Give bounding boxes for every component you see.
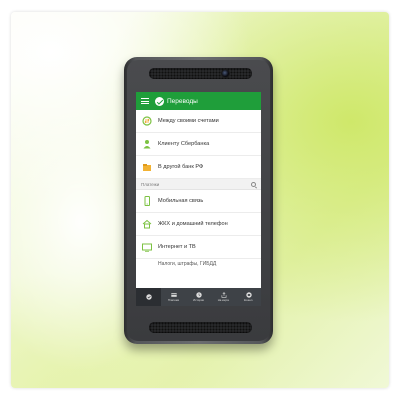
nav-label: Кошел.: [243, 298, 254, 303]
tv-icon: [142, 242, 152, 253]
nav-label: На карте: [217, 298, 230, 303]
bank-folder-icon: [142, 162, 152, 173]
app-bar: Переводы: [136, 92, 261, 110]
nav-item-payments[interactable]: Платежи: [161, 288, 186, 306]
phone-body: Переводы Между своими счетами Клиенту Сб…: [127, 60, 270, 341]
nav-item-home[interactable]: [136, 288, 161, 306]
payment-item-label: ЖКХ и домашний телефон: [158, 221, 228, 227]
nav-label: История: [193, 298, 204, 303]
accounts-exchange-icon: [142, 116, 152, 127]
transfer-item-own-accounts[interactable]: Между своими счетами: [136, 110, 261, 133]
bottom-navigation: Платежи История На карте Кошел.: [136, 288, 261, 306]
transfer-item-sberbank-client[interactable]: Клиенту Сбербанка: [136, 133, 261, 156]
person-icon: [142, 139, 152, 150]
payment-item-label: Мобильная связь: [158, 198, 204, 204]
app-screen: Переводы Между своими счетами Клиенту Сб…: [136, 92, 261, 306]
menu-icon[interactable]: [141, 98, 149, 104]
payment-item-mobile[interactable]: Мобильная связь: [136, 190, 261, 213]
smartphone: Переводы Между своими счетами Клиенту Сб…: [124, 57, 273, 344]
top-speaker-grille: [149, 68, 252, 79]
transfer-item-other-bank[interactable]: В другой банк РФ: [136, 156, 261, 179]
payment-item-label: Налоги, штрафы, ГИБДД: [158, 261, 217, 267]
nav-item-history[interactable]: История: [186, 288, 211, 306]
payment-item-internet-tv[interactable]: Интернет и ТВ: [136, 236, 261, 259]
section-title: Платежи: [141, 181, 160, 187]
nav-item-map[interactable]: На карте: [211, 288, 236, 306]
transfer-item-label: Клиенту Сбербанка: [158, 141, 210, 147]
transfer-item-label: В другой банк РФ: [158, 164, 204, 170]
payment-item-utilities[interactable]: ЖКХ и домашний телефон: [136, 213, 261, 236]
sberbank-logo-icon: [145, 293, 152, 300]
payments-section-header: Платежи: [136, 179, 261, 190]
house-icon: [142, 219, 152, 230]
sberbank-logo-icon: [155, 96, 164, 106]
bottom-speaker-grille: [149, 322, 252, 333]
nav-item-wallet[interactable]: Кошел.: [236, 288, 261, 306]
front-camera: [221, 69, 230, 78]
page-title: Переводы: [167, 97, 198, 105]
mobile-phone-icon: [142, 196, 152, 207]
search-icon[interactable]: [251, 181, 256, 187]
transfer-item-label: Между своими счетами: [158, 118, 219, 124]
payment-item-label: Интернет и ТВ: [158, 244, 196, 250]
nav-label: Платежи: [167, 298, 180, 303]
payment-item-taxes[interactable]: Налоги, штрафы, ГИБДД: [136, 259, 261, 269]
